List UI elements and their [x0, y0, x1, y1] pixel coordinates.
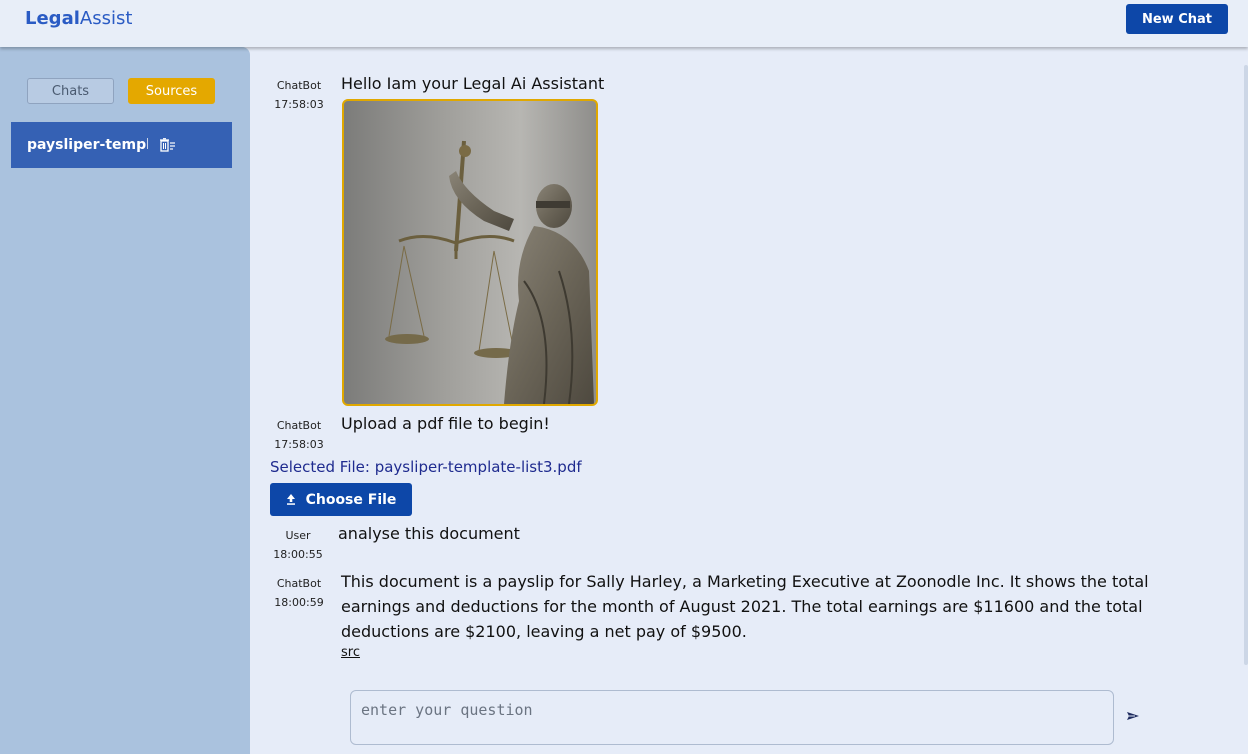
- app-logo[interactable]: LegalAssist: [25, 8, 132, 29]
- question-input[interactable]: [350, 690, 1114, 745]
- message-meta: ChatBot 17:58:03: [264, 416, 334, 454]
- message-time: 18:00:55: [273, 548, 323, 561]
- source-link[interactable]: src: [341, 645, 360, 660]
- selected-file-text: Selected File: paysliper-template-list3.…: [270, 458, 582, 476]
- message-text: analyse this document: [338, 524, 520, 543]
- choose-file-label: Choose File: [305, 491, 397, 508]
- scrollbar[interactable]: [1244, 65, 1248, 665]
- message-sender: ChatBot: [276, 419, 322, 432]
- trash-icon[interactable]: [160, 138, 176, 152]
- source-item-label: paysliper-templa: [27, 137, 148, 153]
- message-time: 17:58:03: [274, 98, 324, 111]
- top-bar: LegalAssist New Chat: [0, 0, 1248, 47]
- send-icon[interactable]: [1125, 708, 1141, 724]
- message-sender: ChatBot: [276, 79, 322, 92]
- sidebar: Chats Sources paysliper-templa: [0, 47, 250, 754]
- message-meta: ChatBot 18:00:59: [264, 574, 334, 612]
- message-sender: ChatBot: [276, 577, 322, 590]
- tab-sources[interactable]: Sources: [128, 78, 215, 104]
- upload-icon: [286, 494, 295, 505]
- logo-legal: Legal: [25, 8, 80, 29]
- choose-file-button[interactable]: Choose File: [270, 483, 412, 516]
- message-meta: ChatBot 17:58:03: [264, 76, 334, 114]
- lady-justice-image: [342, 99, 598, 406]
- new-chat-button[interactable]: New Chat: [1126, 4, 1228, 34]
- message-text: This document is a payslip for Sally Har…: [341, 572, 1149, 641]
- tab-chats[interactable]: Chats: [27, 78, 114, 104]
- message-time: 17:58:03: [274, 438, 324, 451]
- message-meta: User 18:00:55: [263, 526, 333, 564]
- message-text: Upload a pdf file to begin!: [341, 414, 550, 433]
- source-item[interactable]: paysliper-templa: [11, 122, 232, 168]
- logo-assist: Assist: [79, 8, 133, 29]
- chat-area: ChatBot 17:58:03 Hello Iam your Legal Ai…: [250, 47, 1248, 754]
- message-text: Hello Iam your Legal Ai Assistant: [341, 74, 605, 93]
- message-time: 18:00:59: [274, 596, 324, 609]
- message-sender: User: [285, 529, 311, 542]
